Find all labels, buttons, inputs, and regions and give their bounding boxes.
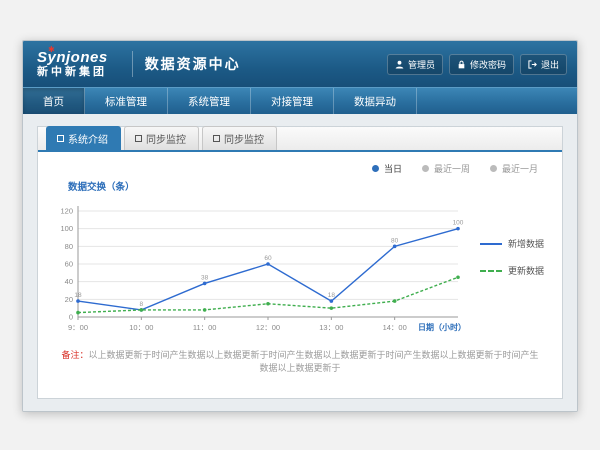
svg-text:80: 80 — [391, 237, 399, 244]
svg-text:18: 18 — [74, 292, 82, 299]
chart-row: 0 20 40 60 80 100 120 9：00 10：00 11：00 12：00 13：00 1… — [48, 195, 552, 335]
nav-item-home[interactable]: 首页 — [23, 88, 85, 114]
admin-user-button[interactable]: 管理员 — [387, 54, 443, 75]
filter-today[interactable]: 当日 — [372, 162, 402, 175]
filter-label: 最近一月 — [502, 162, 538, 175]
tab-sync-monitor-1[interactable]: 同步监控 — [124, 126, 199, 150]
logo-accent-mark: ✱ — [48, 46, 55, 55]
svg-text:12：00: 12：00 — [256, 323, 280, 332]
content-area: 系统介绍 同步监控 同步监控 当日 — [23, 114, 577, 411]
svg-text:40: 40 — [65, 277, 73, 286]
svg-text:120: 120 — [60, 207, 73, 216]
legend-dot — [422, 165, 429, 172]
tab-bar: 系统介绍 同步监控 同步监控 — [38, 127, 562, 152]
series-line-dashed — [480, 270, 502, 272]
svg-text:60: 60 — [65, 260, 73, 269]
svg-text:日期（小时）: 日期（小时） — [418, 322, 466, 332]
legend-new-data: 新增数据 — [480, 237, 544, 250]
svg-text:10：00: 10：00 — [129, 323, 153, 332]
line-chart: 0 20 40 60 80 100 120 9：00 10：00 11：00 12：00 13：00 1… — [48, 195, 468, 335]
note-text: 以上数据更新于时间产生数据以上数据更新于时间产生数据以上数据更新于时间产生数据以… — [89, 350, 539, 373]
svg-text:8: 8 — [140, 301, 144, 308]
tab-label: 系统介绍 — [68, 131, 108, 146]
svg-text:9：00: 9：00 — [68, 323, 88, 332]
page-background: ✱ Synjones 新中新集团 数据资源中心 管理员 修改密码 — [0, 0, 600, 450]
svg-text:14：00: 14：00 — [383, 323, 407, 332]
svg-text:13：00: 13：00 — [319, 323, 343, 332]
legend-dot — [490, 165, 497, 172]
logout-label: 退出 — [541, 58, 559, 71]
svg-text:18: 18 — [328, 292, 336, 299]
change-password-label: 修改密码 — [470, 58, 506, 71]
admin-user-label: 管理员 — [408, 58, 435, 71]
main-nav: 首页 标准管理 系统管理 对接管理 数据异动 — [23, 87, 577, 114]
nav-item-interface-mgmt[interactable]: 对接管理 — [251, 88, 334, 114]
time-range-filters: 当日 最近一周 最近一月 — [48, 162, 552, 175]
logout-button[interactable]: 退出 — [520, 54, 567, 75]
tab-icon — [213, 135, 220, 142]
change-password-button[interactable]: 修改密码 — [449, 54, 514, 75]
user-icon — [395, 60, 404, 69]
svg-text:38: 38 — [201, 274, 209, 281]
app-title: 数据资源中心 — [145, 54, 241, 74]
svg-text:11：00: 11：00 — [193, 323, 217, 332]
svg-text:60: 60 — [264, 255, 272, 262]
tab-sync-monitor-2[interactable]: 同步监控 — [202, 126, 277, 150]
chart-section: 当日 最近一周 最近一月 数据交换（条） 0204060801 — [38, 152, 562, 335]
series-label: 新增数据 — [508, 237, 544, 250]
tab-label: 同步监控 — [224, 131, 264, 146]
nav-item-standard-mgmt[interactable]: 标准管理 — [85, 88, 168, 114]
svg-text:100: 100 — [453, 220, 464, 227]
footnote: 备注：以上数据更新于时间产生数据以上数据更新于时间产生数据以上数据更新于时间产生… — [58, 340, 542, 374]
series-line-solid — [480, 243, 502, 245]
filter-label: 当日 — [384, 162, 402, 175]
nav-item-data-change[interactable]: 数据异动 — [334, 88, 417, 114]
note-prefix: 备注： — [61, 350, 88, 360]
filter-last-week[interactable]: 最近一周 — [422, 162, 470, 175]
nav-item-system-mgmt[interactable]: 系统管理 — [168, 88, 251, 114]
content-card: 系统介绍 同步监控 同步监控 当日 — [37, 126, 563, 399]
logout-icon — [528, 60, 537, 69]
company-logo: ✱ Synjones 新中新集团 — [37, 50, 120, 79]
tab-icon — [135, 135, 142, 142]
y-axis-title: 数据交换（条） — [68, 179, 552, 193]
tab-system-intro[interactable]: 系统介绍 — [46, 126, 121, 150]
series-label: 更新数据 — [508, 264, 544, 277]
svg-text:100: 100 — [60, 224, 73, 233]
app-header: ✱ Synjones 新中新集团 数据资源中心 管理员 修改密码 — [23, 41, 577, 87]
tab-label: 同步监控 — [146, 131, 186, 146]
tab-icon — [57, 135, 64, 142]
legend-dot — [372, 165, 379, 172]
company-name: 新中新集团 — [37, 66, 108, 78]
legend-updated-data: 更新数据 — [480, 264, 544, 277]
svg-text:0: 0 — [69, 313, 73, 322]
filter-label: 最近一周 — [434, 162, 470, 175]
filter-last-month[interactable]: 最近一月 — [490, 162, 538, 175]
svg-text:20: 20 — [65, 295, 73, 304]
svg-text:80: 80 — [65, 242, 73, 251]
header-divider — [132, 51, 133, 77]
series-legend: 新增数据 更新数据 — [480, 237, 544, 277]
app-window: ✱ Synjones 新中新集团 数据资源中心 管理员 修改密码 — [22, 40, 578, 412]
lock-icon — [457, 60, 466, 69]
